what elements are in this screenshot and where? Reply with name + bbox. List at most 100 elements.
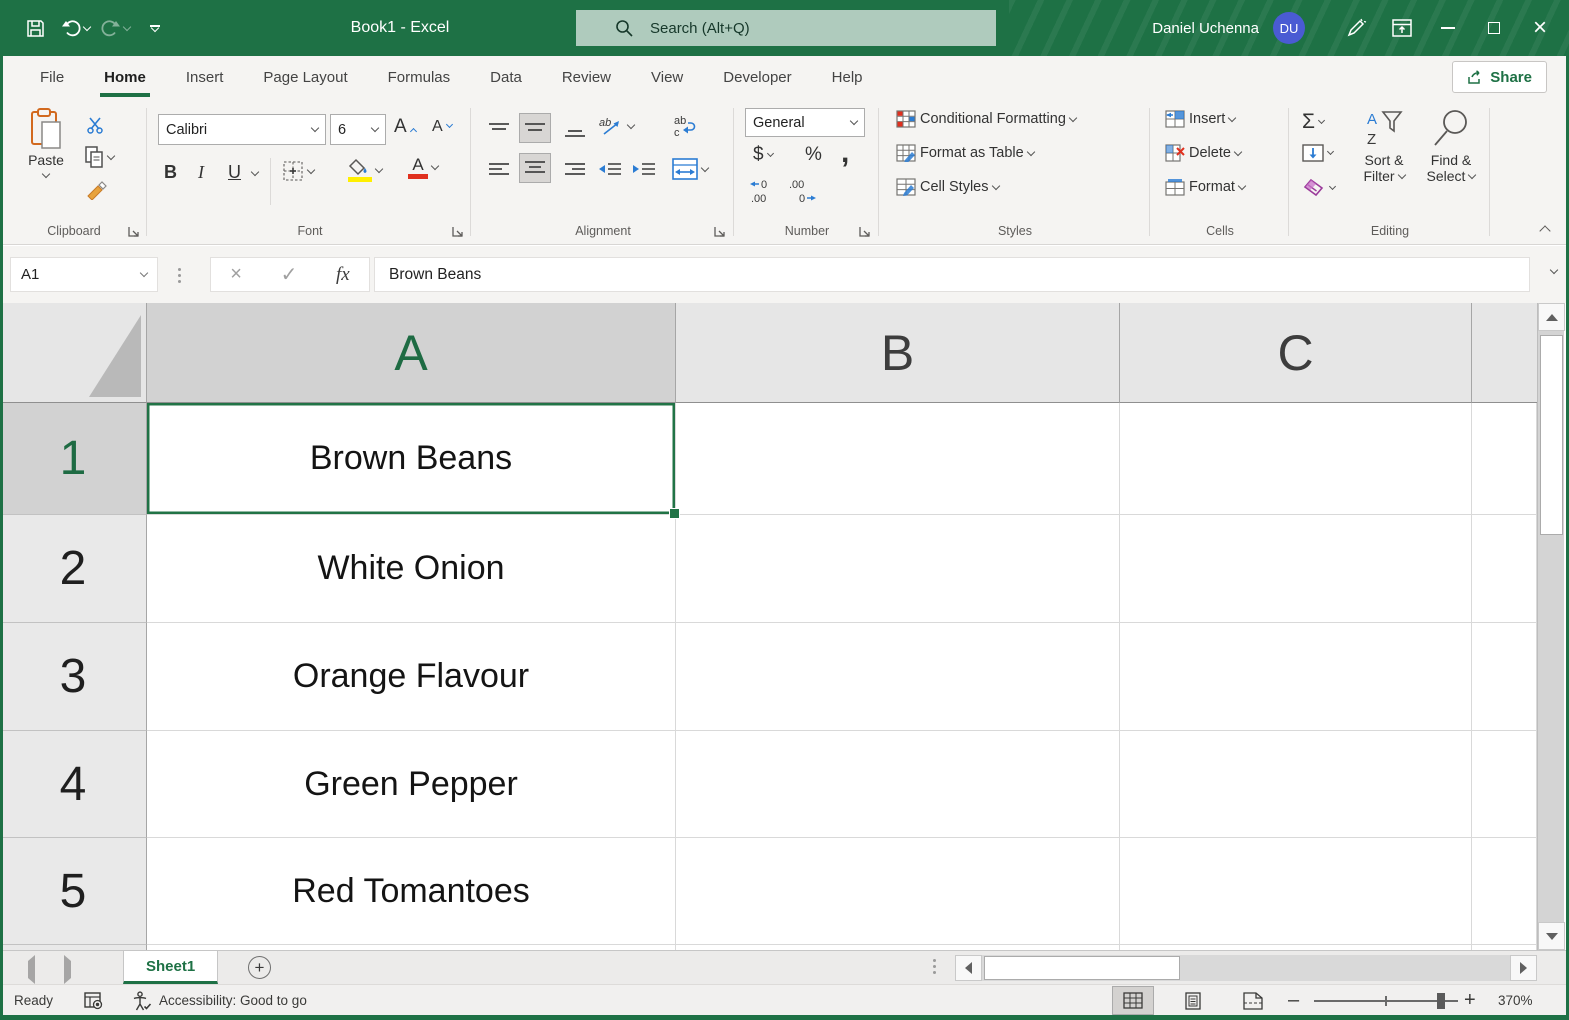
vertical-scrollbar[interactable]: [1537, 303, 1564, 950]
horizontal-scroll-thumb[interactable]: [984, 956, 1180, 980]
fill-button[interactable]: [1302, 144, 1333, 162]
close-button[interactable]: ×: [1517, 0, 1563, 56]
cell-C4[interactable]: [1120, 731, 1472, 838]
row-header-3[interactable]: 3: [0, 623, 147, 731]
column-header-b[interactable]: B: [676, 303, 1120, 403]
scroll-left-button[interactable]: [955, 955, 982, 981]
formula-bar-handle[interactable]: [178, 268, 181, 283]
macro-record-button[interactable]: [84, 985, 104, 1016]
merge-center-button[interactable]: [672, 158, 708, 180]
customize-quick-access-button[interactable]: [138, 8, 172, 48]
save-button[interactable]: [18, 8, 52, 48]
ribbon-display-options-button[interactable]: [1379, 0, 1425, 56]
tab-help[interactable]: Help: [812, 56, 883, 100]
sheet-tab-sheet1[interactable]: Sheet1: [123, 951, 218, 984]
formula-input[interactable]: Brown Beans: [374, 257, 1530, 292]
cell-D1[interactable]: [1472, 403, 1537, 515]
scroll-up-button[interactable]: [1538, 303, 1565, 331]
status-mode[interactable]: Ready: [14, 985, 53, 1016]
horizontal-scrollbar[interactable]: [955, 955, 1537, 981]
find-select-button[interactable]: Find & Select: [1420, 108, 1482, 184]
cell-A1[interactable]: Brown Beans: [147, 403, 676, 515]
increase-font-size-button[interactable]: A: [394, 116, 416, 138]
font-size-select[interactable]: 6: [330, 114, 386, 145]
zoom-in-button[interactable]: +: [1464, 985, 1476, 1016]
paste-button[interactable]: Paste: [20, 108, 72, 177]
tab-data[interactable]: Data: [470, 56, 542, 100]
cell-B1[interactable]: [676, 403, 1120, 515]
cell-A4[interactable]: Green Pepper: [147, 731, 676, 838]
view-normal-button[interactable]: [1113, 987, 1153, 1014]
number-format-select[interactable]: General: [745, 108, 865, 137]
search-box[interactable]: Search (Alt+Q): [576, 10, 996, 46]
name-box[interactable]: A1: [10, 257, 158, 292]
cell-C1[interactable]: [1120, 403, 1472, 515]
undo-button[interactable]: [58, 8, 92, 48]
row-header-1[interactable]: 1: [0, 403, 147, 515]
cell-A5[interactable]: Red Tomantoes: [147, 838, 676, 945]
scroll-right-button[interactable]: [1510, 955, 1537, 981]
column-header-a[interactable]: A: [147, 303, 676, 403]
row-header-4[interactable]: 4: [0, 731, 147, 838]
add-sheet-button[interactable]: +: [248, 956, 271, 979]
minimize-button[interactable]: [1425, 0, 1471, 56]
dialog-launcher-icon[interactable]: [450, 224, 465, 239]
format-painter-button[interactable]: [86, 180, 108, 200]
name-box-dropdown-icon[interactable]: [140, 269, 148, 277]
cancel-icon[interactable]: ×: [230, 263, 242, 286]
cell-C5[interactable]: [1120, 838, 1472, 945]
dialog-launcher-icon[interactable]: [126, 224, 141, 239]
avatar[interactable]: DU: [1273, 12, 1305, 44]
align-right-button[interactable]: [560, 158, 590, 182]
clear-button[interactable]: [1302, 178, 1335, 198]
view-page-layout-button[interactable]: [1173, 987, 1213, 1014]
tab-insert[interactable]: Insert: [166, 56, 244, 100]
font-color-button[interactable]: A: [408, 156, 438, 179]
borders-button[interactable]: [282, 160, 314, 182]
increase-decimal-button[interactable]: 0.00: [749, 178, 779, 204]
tab-file[interactable]: File: [20, 56, 84, 100]
tab-formulas[interactable]: Formulas: [368, 56, 471, 100]
cell-D5[interactable]: [1472, 838, 1537, 945]
align-left-button[interactable]: [484, 158, 514, 182]
maximize-button[interactable]: [1471, 0, 1517, 56]
collapse-ribbon-icon[interactable]: [1539, 225, 1550, 236]
cut-button[interactable]: [86, 116, 106, 134]
redo-dropdown-icon[interactable]: [122, 22, 130, 30]
undo-dropdown-icon[interactable]: [82, 22, 90, 30]
conditional-formatting-button[interactable]: Conditional Formatting: [896, 110, 1076, 128]
orientation-button[interactable]: ab: [598, 116, 634, 136]
zoom-slider-thumb[interactable]: [1437, 993, 1445, 1009]
decrease-font-size-button[interactable]: A: [432, 118, 452, 136]
cell-B4[interactable]: [676, 731, 1120, 838]
tab-view[interactable]: View: [631, 56, 703, 100]
cell-A2[interactable]: White Onion: [147, 515, 676, 623]
cell-D2[interactable]: [1472, 515, 1537, 623]
vertical-scroll-thumb[interactable]: [1540, 335, 1563, 535]
user-name[interactable]: Daniel Uchenna: [1152, 20, 1259, 37]
align-top-button[interactable]: [484, 118, 514, 142]
accessibility-status[interactable]: Accessibility: Good to go: [132, 985, 307, 1016]
percent-style-button[interactable]: %: [805, 144, 822, 166]
sort-filter-button[interactable]: AZ Sort & Filter: [1352, 108, 1416, 184]
cell-D4[interactable]: [1472, 731, 1537, 838]
accounting-format-button[interactable]: $: [753, 144, 773, 166]
view-page-break-button[interactable]: [1233, 987, 1273, 1014]
decrease-indent-button[interactable]: [598, 162, 622, 178]
insert-cells-button[interactable]: Insert: [1165, 110, 1235, 128]
align-center-button[interactable]: [520, 154, 550, 182]
comma-style-button[interactable]: ,: [841, 136, 849, 170]
scroll-down-button[interactable]: [1538, 922, 1565, 950]
cell-C3[interactable]: [1120, 623, 1472, 731]
cell-B2[interactable]: [676, 515, 1120, 623]
share-button[interactable]: Share: [1452, 61, 1547, 93]
cell-A3[interactable]: Orange Flavour: [147, 623, 676, 731]
zoom-out-button[interactable]: –: [1288, 985, 1299, 1016]
increase-indent-button[interactable]: [632, 162, 656, 178]
align-bottom-button[interactable]: [560, 118, 590, 142]
decrease-decimal-button[interactable]: .000: [787, 178, 817, 204]
format-as-table-button[interactable]: Format as Table: [896, 144, 1034, 162]
align-middle-button[interactable]: [520, 114, 550, 142]
fill-color-button[interactable]: [348, 158, 382, 182]
row-header-5[interactable]: 5: [0, 838, 147, 945]
